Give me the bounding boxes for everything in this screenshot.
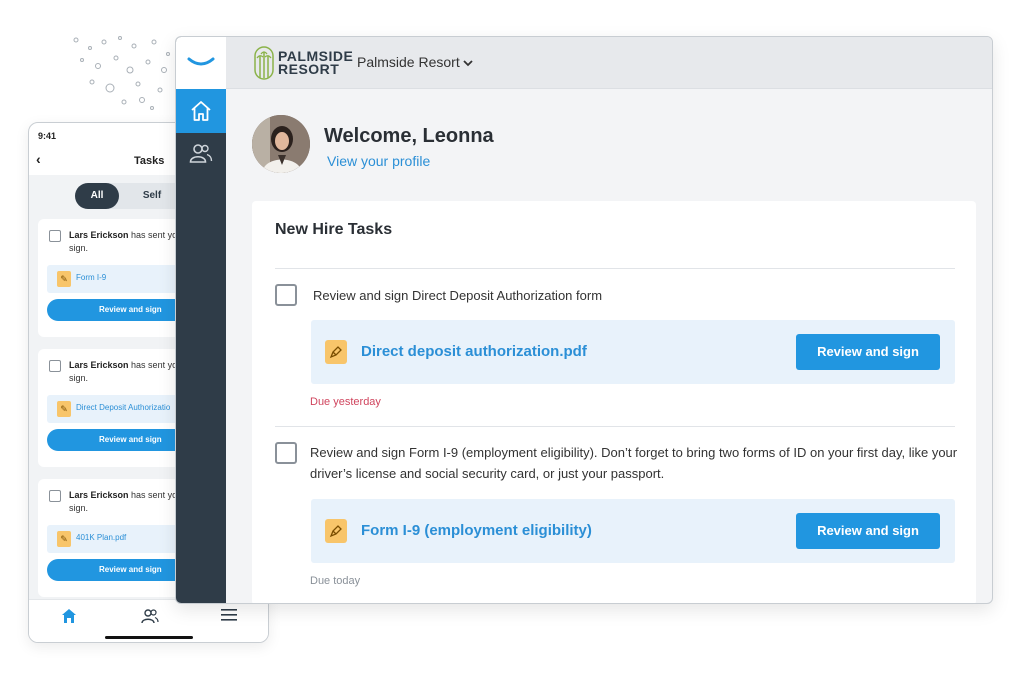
- user-photo: [252, 115, 310, 173]
- decorative-dots: [73, 36, 170, 110]
- document-sign-icon: [325, 340, 347, 364]
- organization-selector[interactable]: Palmside Resort: [357, 54, 460, 70]
- divider: [275, 426, 955, 427]
- review-and-sign-button[interactable]: Review and sign: [796, 334, 940, 370]
- file-name: Direct Deposit Authorizatio: [76, 403, 171, 412]
- desktop-app-window: PALMSIDE RESORT Palmside Resort Welcome,…: [175, 36, 993, 604]
- task-checkbox[interactable]: [275, 284, 297, 306]
- mobile-tab-bar: [29, 599, 268, 642]
- file-name: Form I-9: [76, 273, 107, 282]
- divider: [275, 268, 955, 269]
- mobile-page-title: Tasks: [134, 155, 165, 167]
- file-name-link[interactable]: Form I-9 (employment eligibility): [361, 522, 592, 539]
- review-and-sign-button[interactable]: Review and sign: [796, 513, 940, 549]
- palm-logo-icon: [254, 46, 274, 80]
- avatar[interactable]: [252, 115, 310, 173]
- panel-title: New Hire Tasks: [275, 221, 393, 238]
- file-name: 401K Plan.pdf: [76, 533, 127, 542]
- new-hire-tasks-panel: New Hire Tasks Review and sign Direct De…: [252, 201, 976, 603]
- document-icon: ✎: [57, 271, 71, 287]
- brand-wordmark: PALMSIDE RESORT: [278, 48, 354, 77]
- people-icon[interactable]: [141, 608, 159, 624]
- task-description: Review and sign Form I-9 (employment eli…: [310, 445, 958, 481]
- view-profile-link[interactable]: View your profile: [327, 153, 430, 169]
- document-sign-icon: [325, 519, 347, 543]
- status-bar-time: 9:41: [38, 131, 57, 141]
- file-attachment: Direct deposit authorization.pdf Review …: [311, 320, 955, 384]
- back-icon[interactable]: ‹: [36, 151, 41, 167]
- top-bar: PALMSIDE RESORT Palmside Resort: [226, 37, 992, 89]
- screenshot-stage: 9:41 ‹ Tasks All Self Lars Erickson has …: [0, 0, 1024, 682]
- task-checkbox[interactable]: [275, 442, 297, 464]
- document-icon: ✎: [57, 401, 71, 417]
- filter-self-button[interactable]: Self: [127, 183, 177, 209]
- filter-all-button[interactable]: All: [75, 183, 119, 209]
- sidebar-nav: [176, 37, 226, 603]
- welcome-heading: Welcome, Leonna: [324, 125, 494, 147]
- task-checkbox[interactable]: [49, 230, 61, 242]
- document-icon: ✎: [57, 531, 71, 547]
- sidebar-item-people[interactable]: [176, 133, 226, 173]
- task-checkbox[interactable]: [49, 360, 61, 372]
- people-icon: [189, 144, 213, 163]
- due-status: Due yesterday: [310, 396, 381, 408]
- home-icon: [191, 101, 211, 121]
- task-description: Review and sign Direct Deposit Authoriza…: [313, 288, 603, 303]
- task-checkbox[interactable]: [49, 490, 61, 502]
- chevron-down-icon[interactable]: [462, 57, 474, 69]
- due-status: Due today: [310, 575, 361, 587]
- home-indicator: [105, 636, 193, 639]
- smile-logo-icon: [187, 57, 215, 66]
- home-icon[interactable]: [61, 608, 77, 624]
- file-name-link[interactable]: Direct deposit authorization.pdf: [361, 343, 587, 360]
- sender-name: Lars Erickson: [69, 490, 129, 500]
- app-logo-tile[interactable]: [176, 37, 226, 89]
- menu-icon[interactable]: [221, 608, 237, 622]
- sender-name: Lars Erickson: [69, 230, 129, 240]
- sidebar-item-home[interactable]: [176, 89, 226, 133]
- file-attachment: Form I-9 (employment eligibility) Review…: [311, 499, 955, 563]
- sender-name: Lars Erickson: [69, 360, 129, 370]
